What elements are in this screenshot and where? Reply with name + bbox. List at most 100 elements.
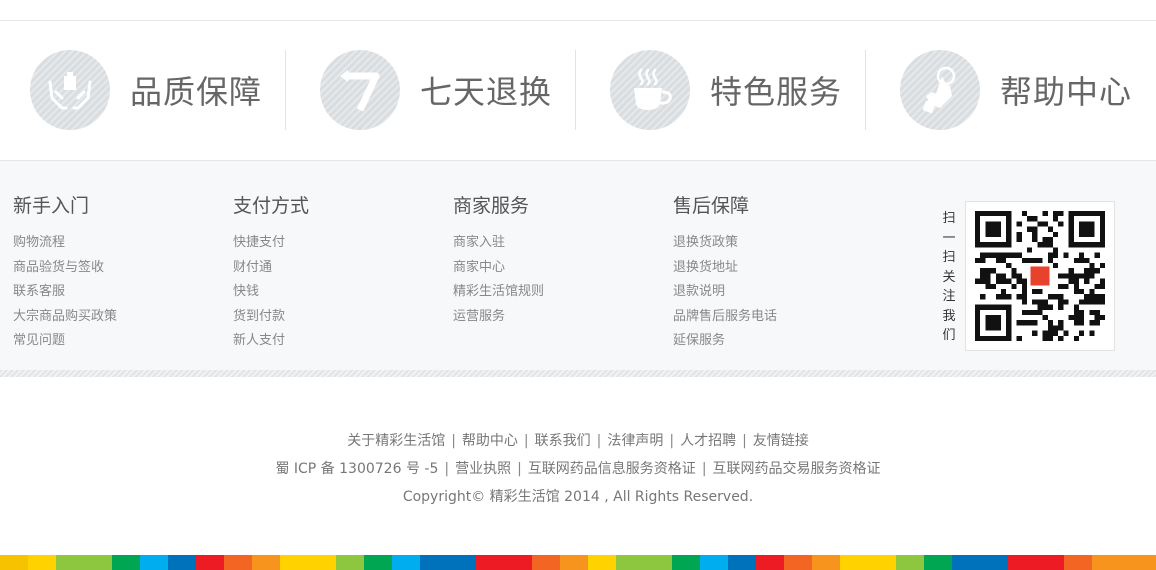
color-bar-segment bbox=[0, 555, 28, 570]
color-bar-segment bbox=[700, 555, 728, 570]
license-links: 蜀 ICP 备 1300726 号 -5 | 营业执照 | 互联网药品信息服务资格证 | 互… bbox=[0, 455, 1156, 483]
footer-link[interactable]: 购物流程 bbox=[13, 231, 117, 256]
service-guarantee-strip: 品质保障 七天退换 特色服务 帮助中心 bbox=[0, 21, 1156, 161]
color-bar-segment bbox=[280, 555, 308, 570]
footer-link[interactable]: 运营服务 bbox=[453, 305, 544, 330]
footer-link[interactable]: 商家入驻 bbox=[453, 231, 544, 256]
link-separator: | bbox=[517, 461, 522, 477]
column-title: 商家服务 bbox=[453, 195, 530, 217]
link-separator: | bbox=[742, 433, 747, 449]
color-bar-segment bbox=[196, 555, 224, 570]
link-separator: | bbox=[451, 433, 456, 449]
footer-nav-friend-links[interactable]: 友情链接 bbox=[753, 433, 809, 449]
service-label: 帮助中心 bbox=[1000, 73, 1133, 111]
qr-caption-char: 注 bbox=[942, 289, 956, 304]
link-separator: | bbox=[596, 433, 602, 449]
qr-caption-char: 我 bbox=[942, 308, 956, 324]
coffee-cup-icon bbox=[610, 50, 690, 130]
color-bar-segment bbox=[84, 555, 112, 570]
color-bar-segment bbox=[28, 555, 56, 570]
qr-caption-char: 扫 bbox=[942, 250, 956, 265]
color-bar-segment bbox=[784, 555, 812, 570]
color-bar-segment bbox=[448, 555, 476, 570]
service-featured[interactable]: 特色服务 bbox=[610, 50, 842, 130]
footer-nav-links: 关于精彩生活馆 | 帮助中心 | 联系我们 | 法律声明 | 人才招聘 | 友情链接 bbox=[0, 427, 1156, 455]
service-quality[interactable]: 品质保障 bbox=[30, 50, 262, 130]
qr-code bbox=[965, 201, 1115, 351]
qr-caption: 扫 一 扫 关 注 我 们 bbox=[939, 209, 959, 346]
qr-caption-char: 们 bbox=[942, 328, 956, 343]
footer-column-after-sales: 售后保障 退换货政策 退换货地址 退款说明 品牌售后服务电话 延保服务 bbox=[673, 193, 777, 354]
color-bar-segment bbox=[840, 555, 868, 570]
footer-link[interactable]: 退换货地址 bbox=[673, 256, 777, 281]
column-title: 支付方式 bbox=[233, 195, 310, 217]
color-bar-segment bbox=[168, 555, 196, 570]
footer-link[interactable]: 大宗商品购买政策 bbox=[13, 305, 117, 330]
footer-link[interactable]: 商品验货与签收 bbox=[13, 256, 117, 281]
service-label: 七天退换 bbox=[420, 73, 553, 111]
footer-nav-help[interactable]: 帮助中心 bbox=[462, 433, 518, 449]
footer-link[interactable]: 退换货政策 bbox=[673, 231, 777, 256]
link-separator: | bbox=[523, 433, 529, 449]
service-label: 特色服务 bbox=[710, 73, 843, 111]
service-seven-day-return[interactable]: 七天退换 bbox=[320, 50, 552, 130]
color-bar-segment bbox=[728, 555, 756, 570]
footer-column-getting-started: 新手入门 购物流程 商品验货与签收 联系客服 大宗商品购买政策 常见问题 bbox=[13, 193, 117, 354]
color-bar-segment bbox=[560, 555, 588, 570]
color-bar-segment bbox=[1092, 555, 1156, 570]
decorative-color-bar bbox=[0, 555, 1156, 570]
footer-nav-about[interactable]: 关于精彩生活馆 bbox=[347, 433, 445, 449]
color-bar-segment bbox=[812, 555, 840, 570]
footer-links-section: 新手入门 购物流程 商品验货与签收 联系客服 大宗商品购买政策 常见问题 支付方… bbox=[0, 160, 1156, 377]
color-bar-segment bbox=[924, 555, 952, 570]
drug-trade-license-link[interactable]: 互联网药品交易服务资格证 bbox=[713, 461, 881, 477]
footer-link[interactable]: 精彩生活馆规则 bbox=[453, 280, 544, 305]
color-bar-segment bbox=[140, 555, 168, 570]
footer-link[interactable]: 品牌售后服务电话 bbox=[673, 305, 777, 330]
color-bar-segment bbox=[1008, 555, 1036, 570]
color-bar-segment bbox=[392, 555, 420, 570]
footer-nav-legal[interactable]: 法律声明 bbox=[607, 433, 663, 449]
column-title: 售后保障 bbox=[673, 195, 750, 217]
color-bar-segment bbox=[476, 555, 504, 570]
color-bar-segment bbox=[420, 555, 448, 570]
footer-link[interactable]: 退款说明 bbox=[673, 280, 777, 305]
business-license-link[interactable]: 营业执照 bbox=[455, 461, 511, 477]
footer-link[interactable]: 常见问题 bbox=[13, 329, 117, 354]
color-bar-segment bbox=[756, 555, 784, 570]
color-bar-segment bbox=[308, 555, 336, 570]
column-title: 新手入门 bbox=[13, 195, 90, 217]
footer-nav-contact[interactable]: 联系我们 bbox=[535, 433, 591, 449]
footer-link[interactable]: 财付通 bbox=[233, 256, 309, 281]
footer-link[interactable]: 快钱 bbox=[233, 280, 309, 305]
footer-link[interactable]: 新人支付 bbox=[233, 329, 309, 354]
color-bar-segment bbox=[504, 555, 532, 570]
link-separator: | bbox=[444, 461, 450, 477]
color-bar-segment bbox=[1036, 555, 1064, 570]
drug-info-license-link[interactable]: 互联网药品信息服务资格证 bbox=[528, 461, 696, 477]
color-bar-segment bbox=[56, 555, 84, 570]
color-bar-segment bbox=[252, 555, 280, 570]
footer-column-payment: 支付方式 快捷支付 财付通 快钱 货到付款 新人支付 bbox=[233, 193, 309, 354]
color-bar-segment bbox=[364, 555, 392, 570]
footer-link[interactable]: 快捷支付 bbox=[233, 231, 309, 256]
footer-link[interactable]: 延保服务 bbox=[673, 329, 777, 354]
color-bar-segment bbox=[896, 555, 924, 570]
color-bar-segment bbox=[224, 555, 252, 570]
color-bar-segment bbox=[1064, 555, 1092, 570]
service-label: 品质保障 bbox=[130, 73, 263, 111]
color-bar-segment bbox=[644, 555, 672, 570]
qr-caption-char: 关 bbox=[942, 269, 956, 285]
color-bar-segment bbox=[868, 555, 896, 570]
footer-link[interactable]: 商家中心 bbox=[453, 256, 544, 281]
footer-nav-careers[interactable]: 人才招聘 bbox=[680, 433, 736, 449]
footer-link[interactable]: 货到付款 bbox=[233, 305, 309, 330]
service-help-center[interactable]: 帮助中心 bbox=[900, 50, 1132, 130]
seven-return-icon bbox=[320, 50, 400, 130]
footer-link[interactable]: 联系客服 bbox=[13, 280, 117, 305]
color-bar-segment bbox=[980, 555, 1008, 570]
icp-license[interactable]: 蜀 ICP 备 1300726 号 -5 bbox=[275, 461, 438, 477]
copyright: Copyright© 精彩生活馆 2014 , All Rights Reser… bbox=[402, 489, 754, 505]
link-separator: | bbox=[669, 433, 675, 449]
color-bar-segment bbox=[532, 555, 560, 570]
